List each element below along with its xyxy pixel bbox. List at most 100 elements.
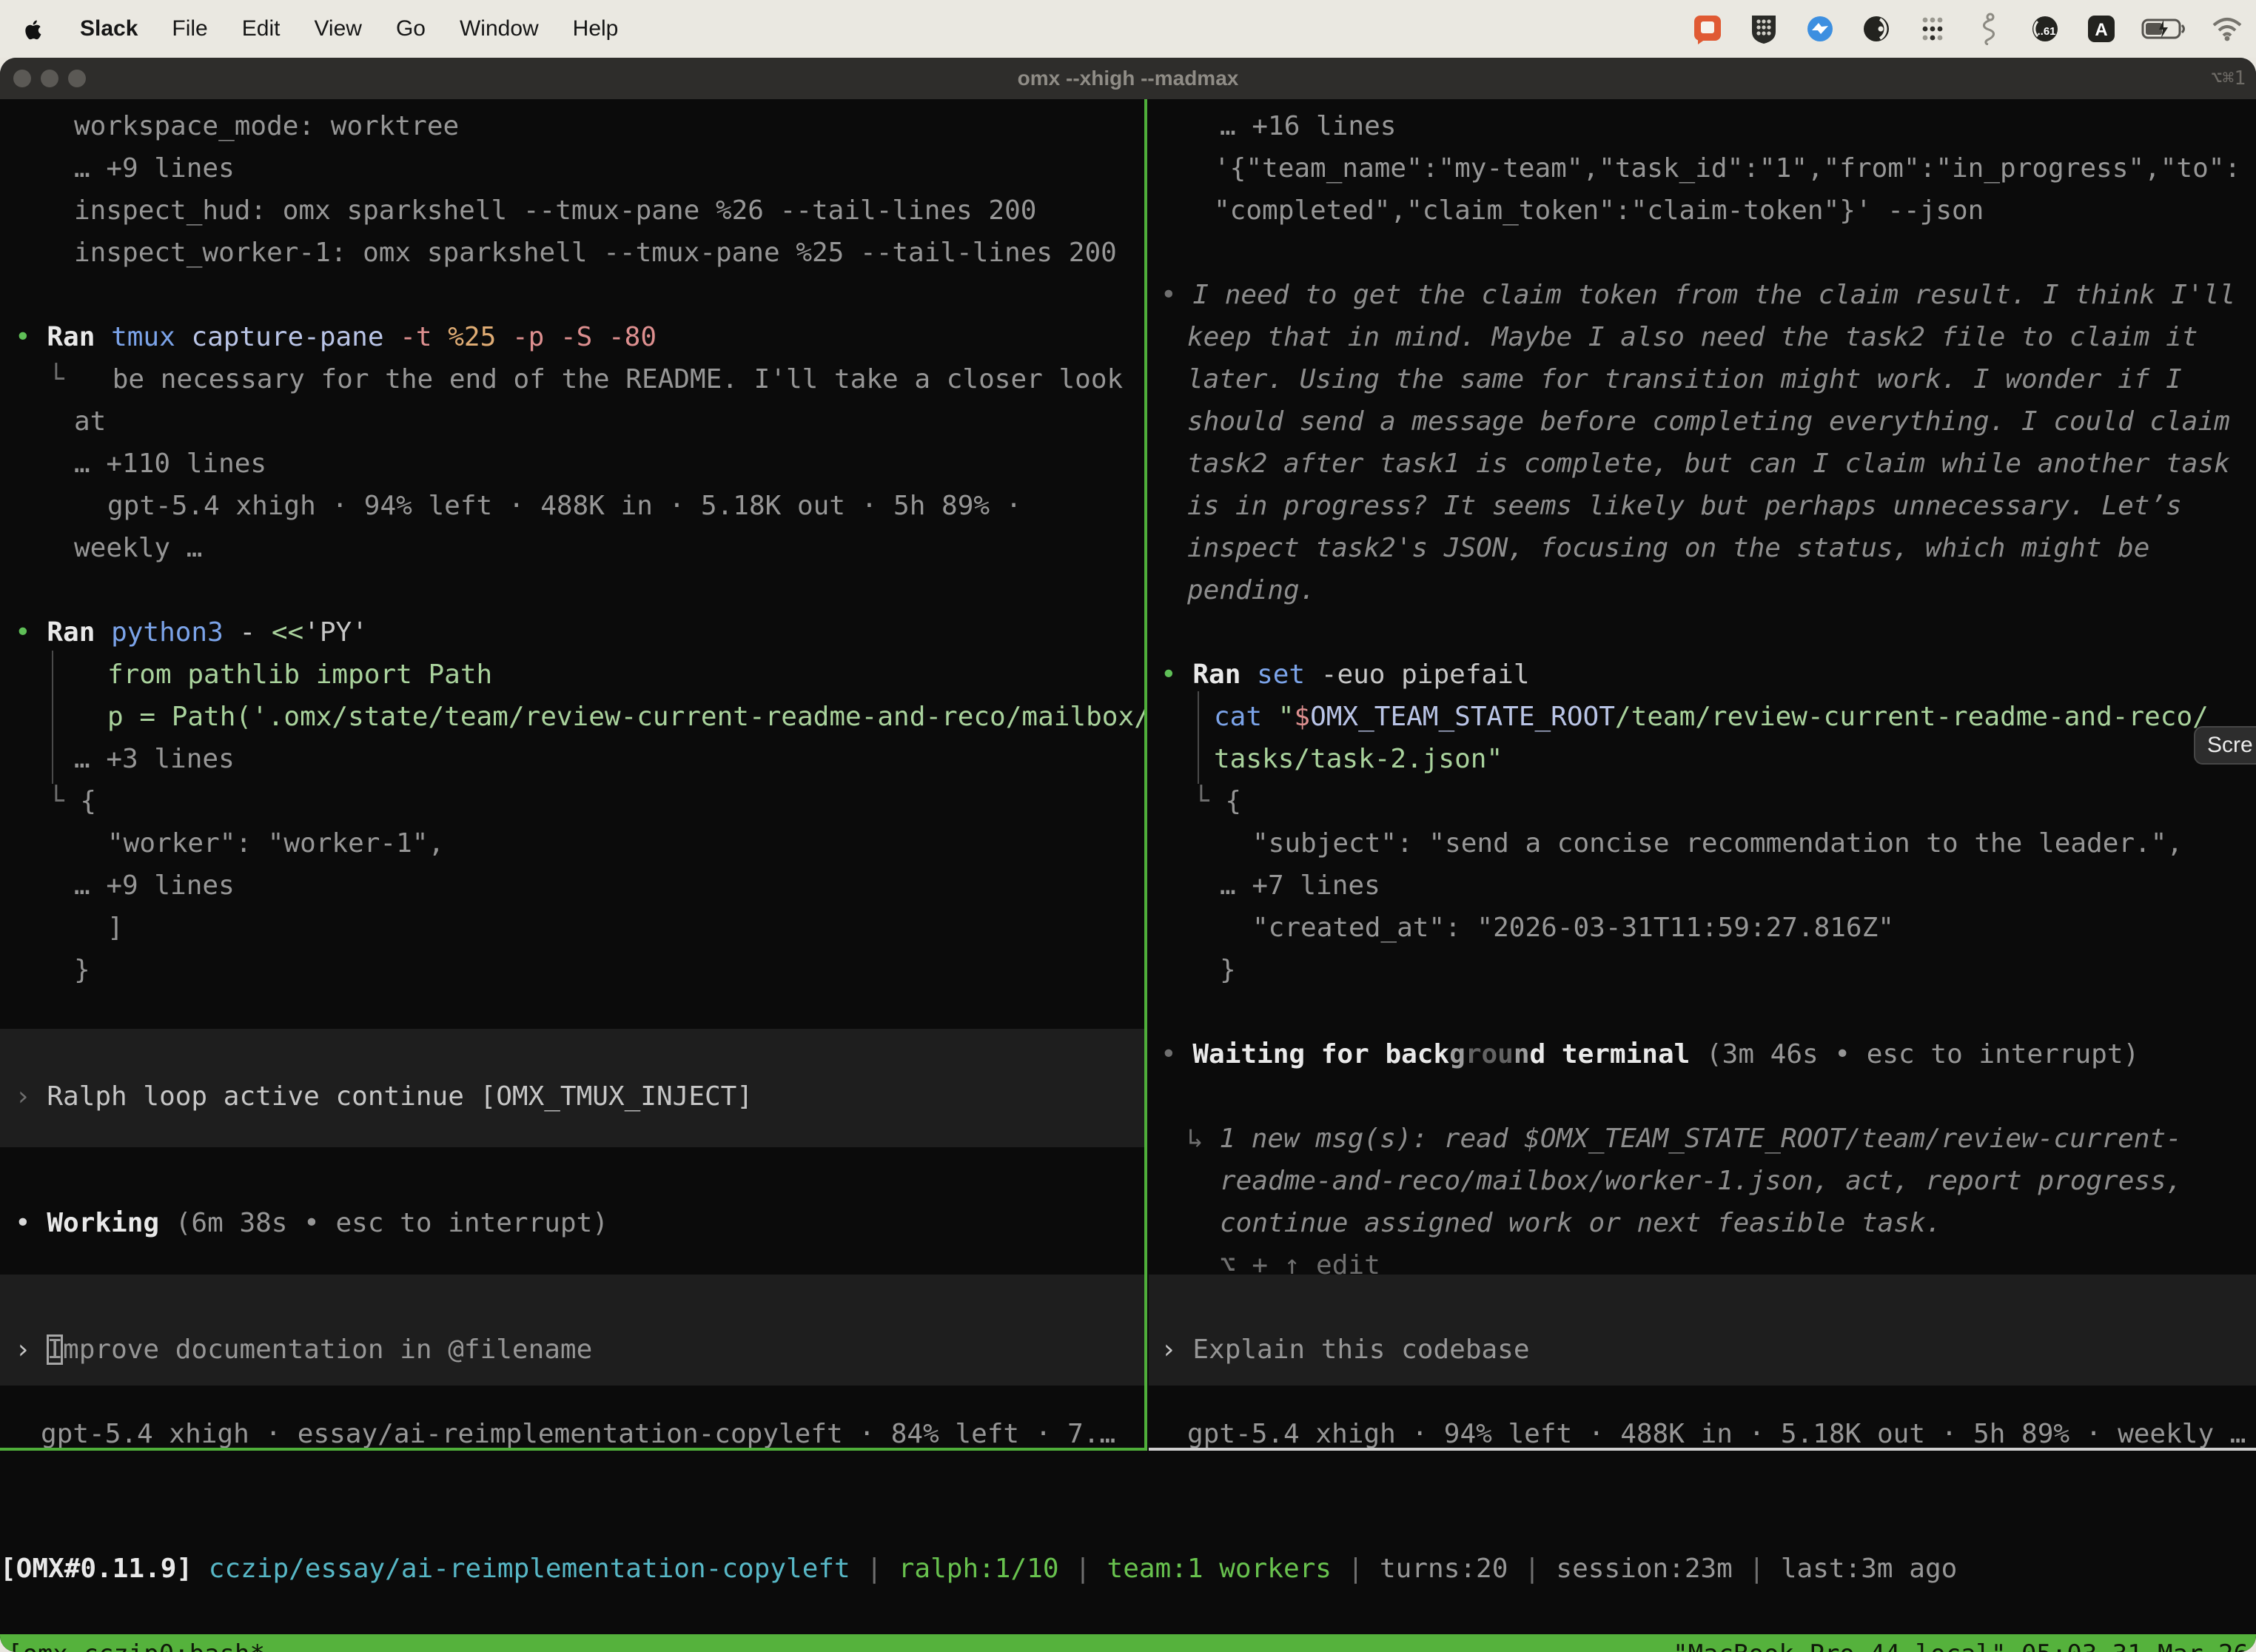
- ralph-loop-line: › Ralph loop active continue [OMX_TMUX_I…: [0, 1075, 1144, 1118]
- menu-item-window[interactable]: Window: [460, 16, 539, 41]
- text-segment: {: [80, 786, 96, 816]
- text-segment: is in progress? It seems likely but perh…: [1187, 491, 2182, 521]
- dots-grid-icon[interactable]: [1916, 12, 1950, 46]
- text-segment: "completed","claim_token":"claim-token"}…: [1214, 195, 1984, 226]
- text-segment: |: [1508, 1554, 1556, 1584]
- apple-icon[interactable]: [21, 12, 46, 46]
- text-segment: turns:20: [1380, 1554, 1508, 1584]
- text-segment: •: [15, 617, 47, 648]
- command-line: • Ran python3 - <<'PY': [0, 611, 1144, 654]
- text-segment: [OMX#0.11.9]: [0, 1554, 209, 1584]
- pane-border-inactive: [1149, 1448, 2256, 1451]
- text-segment: g: [1449, 1039, 1466, 1070]
- window-title: omx --xhigh --madmax: [0, 58, 2256, 99]
- text-segment: workspace_mode: worktree: [74, 111, 459, 141]
- text-segment: -p -S -80: [512, 322, 657, 352]
- messenger-lightning-icon[interactable]: [1803, 12, 1837, 46]
- text-segment: $: [1294, 702, 1310, 732]
- command-line: • Ran tmux capture-pane -t %25 -p -S -80: [0, 316, 1144, 358]
- code-line: cat "$OMX_TEAM_STATE_ROOT/team/review-cu…: [1149, 696, 2256, 738]
- output-line: └ {: [0, 780, 1144, 822]
- text-segment: ↳: [1187, 1124, 1219, 1154]
- tmux-status-bar: [omx-cczip0:bash* "MacBook-Pro-44.local"…: [0, 1634, 2256, 1652]
- dark-disc-icon[interactable]: [1859, 12, 1893, 46]
- count-badge-icon[interactable]: ..61: [2028, 12, 2062, 46]
- text-segment: gpt-5.4 xhigh · 94% left · 488K in · 5.1…: [1187, 1419, 2246, 1448]
- thinking-line: later. Using the same for transition mig…: [1149, 358, 2256, 400]
- text-segment: Ran: [47, 617, 111, 648]
- text-segment: should send a message before completing …: [1187, 406, 2230, 437]
- wifi-icon[interactable]: [2210, 12, 2244, 46]
- output-line: ]: [0, 907, 1144, 949]
- output-line: }: [0, 949, 1144, 991]
- text-segment: cczip/essay/ai-reimplementation-copyleft: [209, 1554, 850, 1584]
- text-segment: continue assigned work or next feasible …: [1220, 1208, 1941, 1238]
- edit-hint-line: ⌥ + ↑ edit: [1149, 1244, 2256, 1286]
- elided-lines: … +9 lines: [0, 864, 1144, 907]
- thinking-line: keep that in mind. Maybe I also need the…: [1149, 316, 2256, 358]
- text-segment: … +9 lines: [74, 153, 235, 184]
- menu-item-go[interactable]: Go: [396, 16, 426, 41]
- code-line: from pathlib import Path: [0, 654, 1144, 696]
- text-segment: tasks/task-2.json": [1214, 744, 1503, 774]
- text-segment: •: [1161, 280, 1192, 310]
- menu-bar: Slack File Edit View Go Window Help: [0, 0, 2256, 58]
- text-segment: ›: [1161, 1334, 1192, 1365]
- text-segment: -euo pipefail: [1321, 659, 1530, 690]
- output-line: └ be necessary for the end of the README…: [0, 358, 1144, 400]
- command-line: • Ran set -euo pipefail: [1149, 654, 2256, 696]
- input-source-icon[interactable]: A: [2084, 12, 2118, 46]
- text-segment: gpt-5.4 xhigh · 94% left · 488K in · 5.1…: [107, 491, 1021, 521]
- thinking-line: inspect task2's JSON, focusing on the st…: [1149, 527, 2256, 569]
- shield-grid-icon[interactable]: [1747, 12, 1781, 46]
- text-segment: (3m 46s • esc to interrupt): [1690, 1039, 2139, 1070]
- output-line: "subject": "send a concise recommendatio…: [1149, 822, 2256, 864]
- text-segment: •: [15, 322, 47, 352]
- text-segment: └: [48, 364, 64, 394]
- window-shortcut: ⌥⌘1: [2211, 58, 2246, 99]
- screenshot-tooltip: Scre: [2194, 726, 2256, 765]
- text-segment: '{"team_name":"my-team","task_id":"1","f…: [1214, 153, 2240, 184]
- prompt-line: › Improve documentation in @filename: [0, 1329, 1144, 1371]
- text-segment: •: [1161, 659, 1192, 690]
- menu-app-name[interactable]: Slack: [80, 16, 138, 41]
- thinking-line: task2 after task1 is complete, but can I…: [1149, 443, 2256, 485]
- text-segment: Waiting for back: [1192, 1039, 1449, 1070]
- elided-lines: … +16 lines: [1149, 105, 2256, 147]
- text-segment: ›: [15, 1334, 47, 1365]
- text-segment: … +9 lines: [74, 870, 235, 901]
- text-segment: %25: [448, 322, 512, 352]
- text-segment: "worker": "worker-1",: [107, 828, 444, 859]
- tmux-pane-left[interactable]: workspace_mode: worktree … +9 lines inspec…: [0, 99, 1144, 1448]
- text-segment: inspect_worker-1: omx sparkshell --tmux-…: [74, 238, 1117, 268]
- output-line: inspect_hud: omx sparkshell --tmux-pane …: [0, 189, 1144, 232]
- text-segment: be necessary for the end of the README. …: [64, 364, 1123, 394]
- menu-item-help[interactable]: Help: [573, 16, 619, 41]
- menu-item-view[interactable]: View: [314, 16, 361, 41]
- text-segment: OMX_TEAM_STATE_ROOT: [1310, 702, 1615, 732]
- elided-lines: … +110 lines: [0, 443, 1144, 485]
- prompt-line: › Explain this codebase: [1149, 1329, 2256, 1371]
- code-line: p = Path('.omx/state/team/review-current…: [0, 696, 1144, 738]
- text-segment: └: [48, 786, 80, 816]
- title-bar[interactable]: omx --xhigh --madmax ⌥⌘1: [0, 58, 2256, 99]
- text-segment: Ralph loop active continue [OMX_TMUX_INJ…: [47, 1081, 753, 1112]
- pane-divider[interactable]: [1144, 99, 1147, 1448]
- text-segment: … +110 lines: [74, 449, 266, 479]
- terminal-content: workspace_mode: worktree … +9 lines inspec…: [0, 99, 2256, 1652]
- menu-item-edit[interactable]: Edit: [242, 16, 281, 41]
- tmux-pane-right[interactable]: … +16 lines '{"team_name":"my-team","task…: [1149, 99, 2256, 1448]
- text-segment: cat: [1214, 702, 1278, 732]
- text-segment: •: [1161, 1039, 1192, 1070]
- omx-status-line: [OMX#0.11.9] cczip/essay/ai-reimplementa…: [0, 1548, 2256, 1590]
- text-segment: (6m 38s • esc to interrupt): [175, 1208, 608, 1238]
- chat-app-icon[interactable]: [1691, 12, 1725, 46]
- battery-charging-icon[interactable]: [2141, 12, 2188, 46]
- text-segment: |: [1332, 1554, 1380, 1584]
- menu-item-file[interactable]: File: [172, 16, 207, 41]
- s-curve-icon[interactable]: [1972, 12, 2006, 46]
- model-status-line: gpt-5.4 xhigh · essay/ai-reimplementatio…: [0, 1413, 1144, 1448]
- message-line: ↳ 1 new msg(s): read $OMX_TEAM_STATE_ROO…: [1149, 1118, 2256, 1160]
- text-segment: at: [74, 406, 106, 437]
- text-segment: I need to get the claim token from the c…: [1192, 280, 2235, 310]
